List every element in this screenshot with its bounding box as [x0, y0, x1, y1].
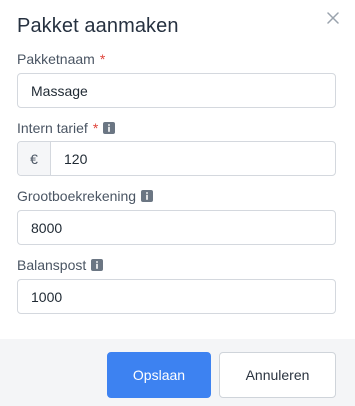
internal-rate-label: Intern tarief *: [17, 119, 116, 137]
modal-title: Pakket aanmaken: [17, 15, 179, 37]
close-button[interactable]: [324, 9, 342, 27]
modal-footer: Opslaan Annuleren: [0, 339, 355, 406]
balance-item-label-text: Balanspost: [17, 257, 87, 273]
package-name-label: Pakketnaam *: [17, 50, 105, 68]
ledger-account-input[interactable]: [17, 210, 336, 245]
package-name-label-text: Pakketnaam: [17, 51, 95, 67]
internal-rate-label-text: Intern tarief: [17, 120, 88, 136]
info-icon[interactable]: [103, 122, 116, 134]
save-button[interactable]: Opslaan: [107, 352, 211, 398]
internal-rate-input-group: €: [17, 141, 336, 176]
cancel-button[interactable]: Annuleren: [219, 352, 336, 398]
balance-item-label: Balanspost: [17, 256, 104, 274]
required-marker: *: [99, 51, 106, 67]
info-icon[interactable]: [91, 259, 104, 271]
info-icon[interactable]: [141, 190, 154, 202]
package-name-input[interactable]: [17, 73, 336, 108]
required-marker: *: [92, 120, 99, 136]
ledger-account-label: Grootboekrekening: [17, 187, 154, 205]
create-package-modal: Pakket aanmaken Pakketnaam * Intern tari…: [0, 0, 355, 406]
internal-rate-input[interactable]: [51, 142, 335, 175]
ledger-account-label-text: Grootboekrekening: [17, 188, 137, 204]
close-icon[interactable]: [327, 12, 339, 24]
balance-item-input[interactable]: [17, 279, 336, 314]
currency-addon: €: [18, 142, 51, 175]
